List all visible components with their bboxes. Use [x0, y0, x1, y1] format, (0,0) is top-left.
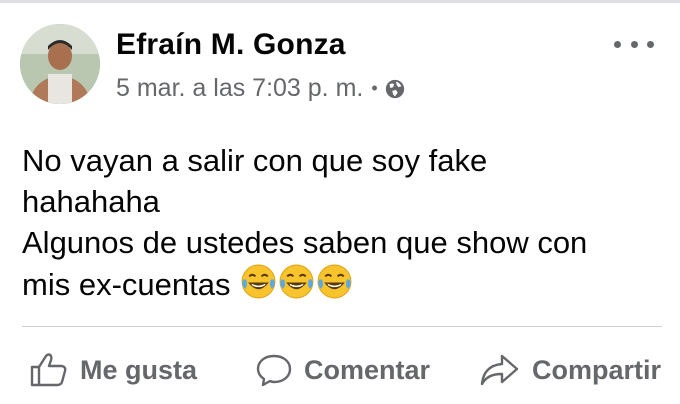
top-border [0, 0, 680, 3]
more-horizontal-icon [614, 40, 621, 48]
tears-of-joy-emoji [317, 264, 352, 299]
share-button[interactable]: Compartir [480, 345, 661, 395]
post-body: No vayan a salir con que soy fake hahaha… [22, 140, 662, 305]
comment-bubble-icon [256, 354, 292, 387]
like-label: Me gusta [80, 354, 198, 385]
post-text-line: mis ex-cuentas [22, 267, 231, 302]
avatar[interactable] [20, 24, 100, 104]
actions-divider [22, 326, 662, 327]
share-label: Compartir [532, 354, 662, 385]
more-horizontal-icon [630, 40, 638, 48]
post-meta: 5 mar. a las 7:03 p. m. • [116, 74, 406, 103]
avatar-photo [20, 24, 100, 104]
meta-separator: • [371, 78, 378, 98]
more-options-button[interactable] [614, 34, 654, 54]
post-text-line: No vayan a salir con que soy fake [22, 143, 488, 178]
thumbs-up-icon [30, 353, 67, 387]
share-arrow-icon [480, 354, 519, 386]
tears-of-joy-emoji [279, 264, 314, 299]
post-text-line: Algunos de ustedes saben que show con [22, 225, 588, 260]
more-horizontal-icon [647, 40, 654, 48]
globe-icon [385, 79, 404, 98]
author-name[interactable]: Efraín M. Gonza [116, 28, 346, 62]
like-button[interactable]: Me gusta [30, 345, 197, 395]
post-timestamp[interactable]: 5 mar. a las 7:03 p. m. [116, 74, 363, 103]
comment-button[interactable]: Comentar [256, 345, 430, 395]
post-header: Efraín M. Gonza 5 mar. a las 7:03 p. m. … [20, 20, 660, 110]
tears-of-joy-emoji [241, 264, 276, 299]
comment-label: Comentar [304, 354, 431, 385]
post-text-line: hahahaha [22, 184, 160, 219]
post-text-line-with-emoji: mis ex-cuentas [22, 263, 662, 305]
post-actions-bar: Me gusta Comentar Compartir [0, 345, 680, 395]
